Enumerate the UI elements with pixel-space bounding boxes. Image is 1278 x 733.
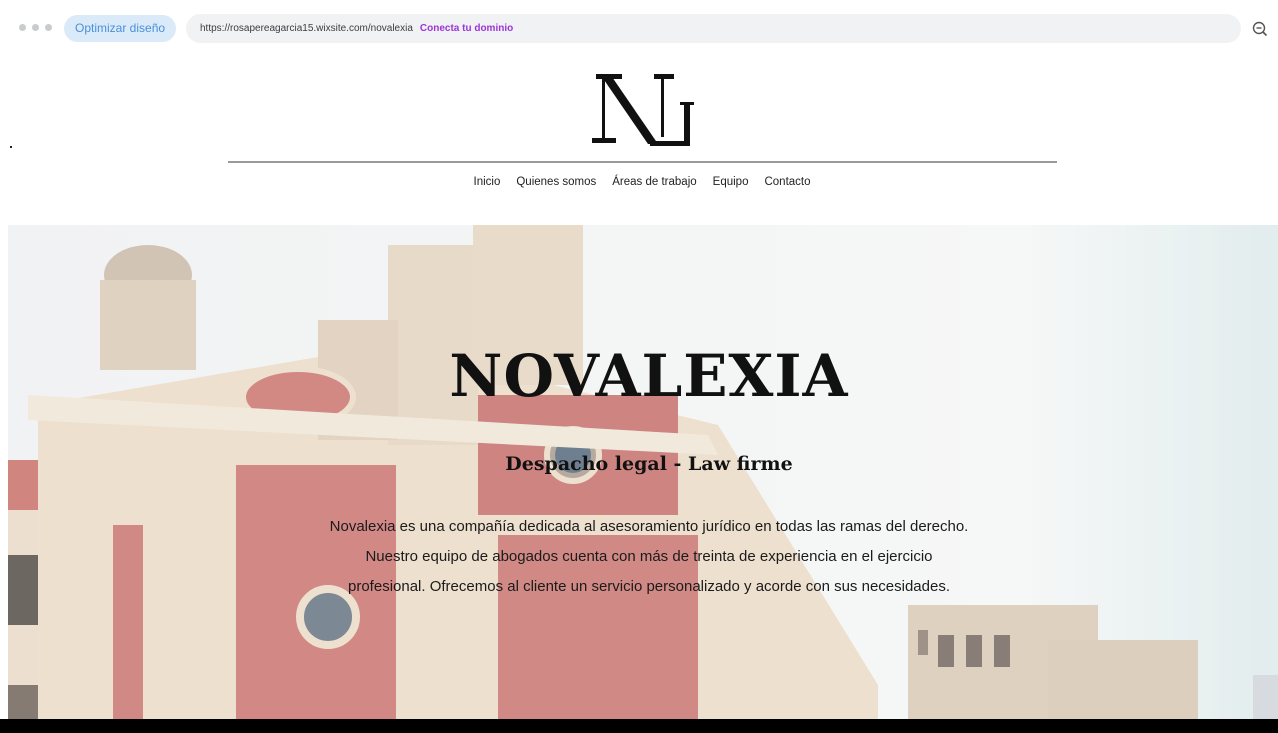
window-controls[interactable]: [19, 24, 52, 31]
optimize-design-button[interactable]: Optimizar diseño: [64, 15, 177, 42]
nav-item-contacto[interactable]: Contacto: [764, 176, 810, 188]
hero-line: Novalexia es una compañía dedicada al as…: [329, 518, 969, 535]
hero-line: profesional. Ofrecemos al cliente un ser…: [348, 578, 950, 595]
url-text[interactable]: https://rosapereagarcia15.wixsite.com/no…: [200, 23, 413, 34]
window-dot-icon[interactable]: [45, 24, 52, 31]
connect-domain-link[interactable]: Conecta tu dominio: [420, 23, 513, 34]
browser-bar: Optimizar diseño https://rosapereagarcia…: [0, 0, 1278, 56]
window-dot-icon[interactable]: [19, 24, 26, 31]
hero-description: Novalexia es una compañía dedicada al as…: [8, 512, 1278, 602]
bottom-bar: [0, 719, 1278, 733]
hero-subtitle: Despacho legal - Law firme: [505, 453, 793, 475]
hero-title: NOVALEXIA: [449, 342, 849, 410]
stray-dot: [10, 146, 12, 148]
hero-section: NOVALEXIA Despacho legal - Law firme Nov…: [8, 225, 1278, 719]
zoom-out-icon[interactable]: [1251, 20, 1269, 38]
window-dot-icon[interactable]: [32, 24, 39, 31]
header-divider: [228, 161, 1057, 163]
nav-item-areas-de-trabajo[interactable]: Áreas de trabajo: [612, 176, 696, 188]
nav-item-quienes-somos[interactable]: Quienes somos: [516, 176, 596, 188]
nav-item-inicio[interactable]: Inicio: [474, 176, 501, 188]
hero-line: Nuestro equipo de abogados cuenta con má…: [365, 548, 933, 565]
novalexia-logo[interactable]: [590, 66, 700, 152]
address-bar[interactable]: https://rosapereagarcia15.wixsite.com/no…: [186, 14, 1241, 43]
nav-item-equipo[interactable]: Equipo: [713, 176, 749, 188]
main-nav: Inicio Quienes somos Áreas de trabajo Eq…: [0, 176, 1278, 188]
